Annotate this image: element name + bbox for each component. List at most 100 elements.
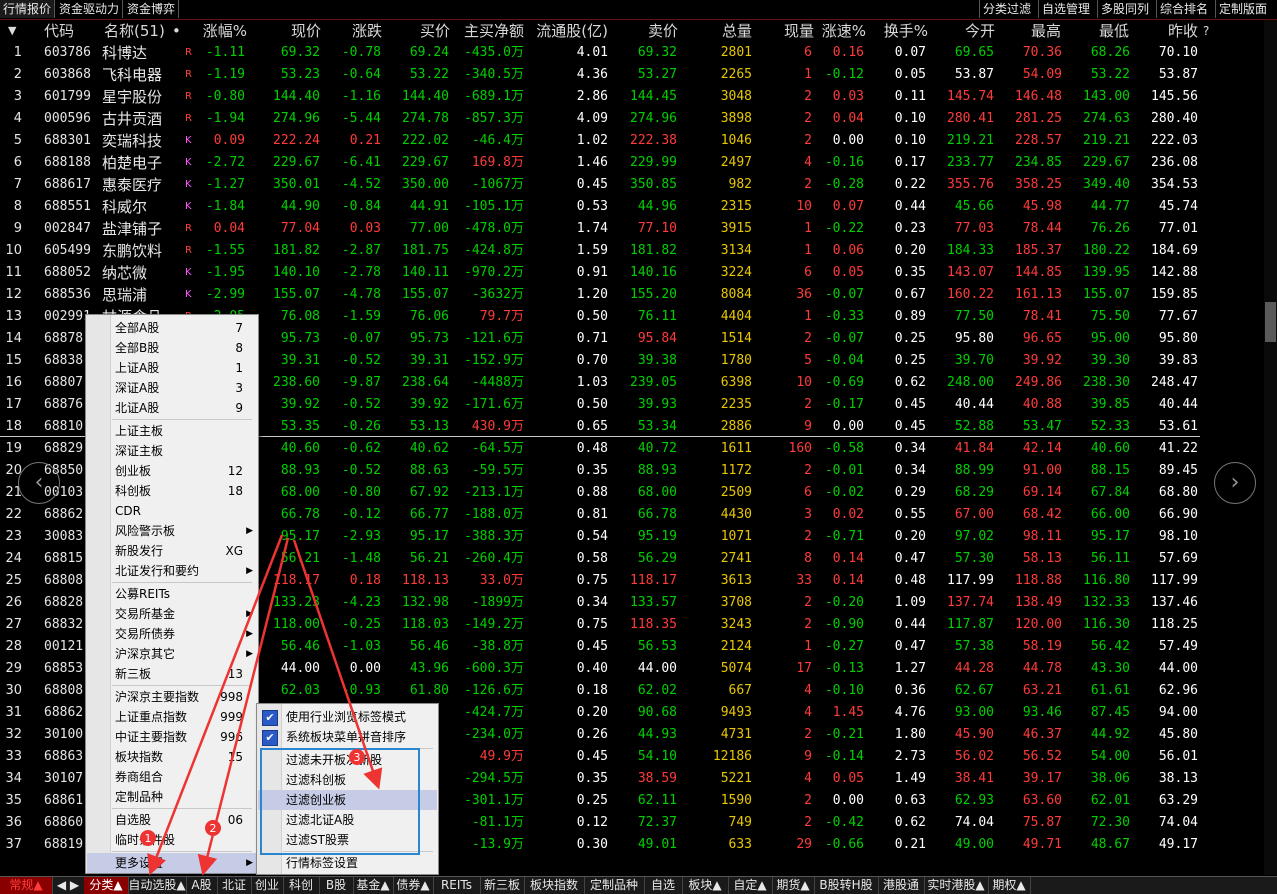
- bottom-tab[interactable]: 期权▲: [988, 877, 1031, 894]
- col-prev-close[interactable]: 昨收: [1152, 20, 1198, 42]
- bottom-tab[interactable]: 自定▲: [728, 877, 773, 894]
- bottom-tab[interactable]: 新三板: [480, 877, 525, 894]
- menu-item[interactable]: 风险警示板 ▶: [87, 521, 257, 541]
- bottom-tab[interactable]: 北证: [217, 877, 252, 894]
- submenu-item[interactable]: ✔ 使用行业浏览标签模式: [258, 707, 437, 727]
- menu-item[interactable]: 交易所基金 ▶: [87, 604, 257, 624]
- col-bid[interactable]: 买价: [400, 20, 450, 42]
- col-price[interactable]: 现价: [268, 20, 321, 42]
- menu-item[interactable]: 科创板 18: [87, 481, 257, 501]
- change: -0.64: [341, 67, 381, 82]
- prev-page-icon[interactable]: ‹: [18, 462, 60, 504]
- col-change-pct[interactable]: 涨幅%: [195, 20, 247, 42]
- table-row[interactable]: 2 603868 飞科电器 R -1.19 53.23 -0.64 53.22 -340.5万 4…: [0, 64, 1262, 86]
- col-open[interactable]: 今开: [950, 20, 995, 42]
- menu-item[interactable]: 沪深京其它 ▶: [87, 644, 257, 664]
- table-row[interactable]: 9 002847 盐津铺子 R 0.04 77.04 0.03 77.00 -478.0万 1.7…: [0, 218, 1262, 240]
- menu-item[interactable]: 全部A股 7: [87, 318, 257, 338]
- table-row[interactable]: 6 688188 柏楚电子 K -2.72 229.67 -6.41 229.67 169.8万…: [0, 152, 1262, 174]
- bottom-tab[interactable]: B股转H股: [814, 877, 879, 894]
- tab-quotes[interactable]: 行情报价: [0, 0, 56, 18]
- bottom-tab[interactable]: 基金▲: [353, 877, 394, 894]
- bottom-tab[interactable]: 港股通: [878, 877, 925, 894]
- bottom-tab[interactable]: REITs: [433, 877, 481, 894]
- menu-item[interactable]: 上证重点指数 999: [87, 707, 257, 727]
- filter-category-button[interactable]: 分类过滤: [979, 0, 1034, 18]
- col-change[interactable]: 涨跌: [340, 20, 382, 42]
- table-row[interactable]: 8 688551 科威尔 K -1.84 44.90 -0.84 44.91 -105.1万 0.…: [0, 196, 1262, 218]
- table-row[interactable]: 7 688617 惠泰医疗 K -1.27 350.01 -4.52 350.00 -1067万…: [0, 174, 1262, 196]
- menu-item[interactable]: 中证主要指数 996: [87, 727, 257, 747]
- scrollbar-thumb[interactable]: [1265, 302, 1276, 342]
- col-low[interactable]: 最低: [1084, 20, 1129, 42]
- bottom-tab[interactable]: 科创: [283, 877, 320, 894]
- menu-item[interactable]: 深证主板: [87, 441, 257, 461]
- bottom-tab[interactable]: 自选: [644, 877, 683, 894]
- menu-item[interactable]: 深证A股 3: [87, 378, 257, 398]
- bottom-tab[interactable]: 债券▲: [393, 877, 434, 894]
- table-row[interactable]: 1 603786 科博达 R -1.11 69.32 -0.78 69.24 -435.0万 4.…: [0, 42, 1262, 64]
- menu-item[interactable]: 新股发行 XG: [87, 541, 257, 561]
- speed: 0.00: [832, 419, 864, 434]
- col-ask[interactable]: 卖价: [626, 20, 678, 42]
- ranking-button[interactable]: 综合排名: [1156, 0, 1211, 18]
- next-page-icon[interactable]: ›: [1214, 462, 1256, 504]
- menu-item[interactable]: 沪深京主要指数 998: [87, 687, 257, 707]
- turnover: 0.48: [894, 573, 926, 588]
- bottom-tab[interactable]: ◀ ▶: [52, 877, 85, 894]
- table-row[interactable]: 5 688301 奕瑞科技 K 0.09 222.24 0.21 222.02 -46.4万 1.…: [0, 130, 1262, 152]
- help-icon[interactable]: ?: [1203, 20, 1209, 42]
- menu-item[interactable]: 板块指数 15: [87, 747, 257, 767]
- col-high[interactable]: 最高: [1016, 20, 1061, 42]
- table-row[interactable]: 10 605499 东鹏饮料 R -1.55 181.82 -2.87 181.75 -424.…: [0, 240, 1262, 262]
- col-float-shares[interactable]: 流通股(亿): [532, 20, 608, 42]
- bottom-tab[interactable]: 常规▲: [0, 877, 53, 894]
- tab-fund-driver[interactable]: 资金驱动力: [56, 0, 124, 18]
- menu-item[interactable]: 自选股 06: [87, 810, 257, 830]
- menu-item[interactable]: 更多设置 ▶: [87, 853, 257, 873]
- change: -0.78: [341, 45, 381, 60]
- col-speed[interactable]: 涨速%: [818, 20, 866, 42]
- menu-item[interactable]: 临时条件股: [87, 830, 257, 850]
- col-name[interactable]: 名称(51): [104, 20, 165, 42]
- vertical-scrollbar[interactable]: [1264, 20, 1277, 875]
- watchlist-manage-button[interactable]: 自选管理: [1038, 0, 1093, 18]
- submenu-item[interactable]: 行情标签设置: [258, 853, 437, 873]
- col-net-buy[interactable]: 主买净额: [456, 20, 524, 42]
- bottom-tab[interactable]: 自动选股▲: [128, 877, 187, 894]
- table-row[interactable]: 11 688052 纳芯微 K -1.95 140.10 -2.78 140.11 -970.2…: [0, 262, 1262, 284]
- bottom-tab[interactable]: 定制品种: [584, 877, 645, 894]
- menu-item[interactable]: CDR: [87, 501, 257, 521]
- menu-item[interactable]: 定制品种: [87, 787, 257, 807]
- sort-arrow-icon[interactable]: ▼: [8, 20, 16, 42]
- menu-item[interactable]: 北证A股 9: [87, 398, 257, 418]
- menu-item[interactable]: 全部B股 8: [87, 338, 257, 358]
- bottom-tab[interactable]: 板块指数: [524, 877, 585, 894]
- tab-fund-game[interactable]: 资金博弈: [124, 0, 180, 18]
- table-row[interactable]: 12 688536 思瑞浦 K -2.99 155.07 -4.78 155.07 -3632万…: [0, 284, 1262, 306]
- menu-item[interactable]: 券商组合: [87, 767, 257, 787]
- custom-layout-button[interactable]: 定制版面: [1215, 0, 1270, 18]
- col-volume[interactable]: 总量: [702, 20, 752, 42]
- table-row[interactable]: 4 000596 古井贡酒 R -1.94 274.96 -5.44 274.78 -857.3…: [0, 108, 1262, 130]
- col-turnover[interactable]: 换手%: [880, 20, 928, 42]
- menu-item[interactable]: 交易所债券 ▶: [87, 624, 257, 644]
- bottom-tab[interactable]: 板块▲: [682, 877, 729, 894]
- menu-item[interactable]: 上证主板: [87, 421, 257, 441]
- bottom-tab[interactable]: 期货▲: [772, 877, 815, 894]
- menu-item[interactable]: 上证A股 1: [87, 358, 257, 378]
- menu-item[interactable]: 北证发行和要约 ▶: [87, 561, 257, 581]
- col-current-volume[interactable]: 现量: [772, 20, 814, 42]
- table-row[interactable]: 3 601799 星宇股份 R -0.80 144.40 -1.16 144.40 -689.1…: [0, 86, 1262, 108]
- bottom-tab[interactable]: 分类▲: [84, 877, 129, 894]
- bottom-tab[interactable]: A股: [186, 877, 218, 894]
- multi-stock-button[interactable]: 多股同列: [1097, 0, 1152, 18]
- bottom-tab[interactable]: 创业: [251, 877, 284, 894]
- submenu-item[interactable]: ✔ 系统板块菜单拼音排序: [258, 727, 437, 747]
- menu-item[interactable]: 新三板 13: [87, 664, 257, 684]
- col-code[interactable]: 代码: [44, 20, 74, 42]
- menu-item[interactable]: 创业板 12: [87, 461, 257, 481]
- bottom-tab[interactable]: B股: [319, 877, 354, 894]
- menu-item[interactable]: 公募REITs: [87, 584, 257, 604]
- bottom-tab[interactable]: 实时港股▲: [924, 877, 989, 894]
